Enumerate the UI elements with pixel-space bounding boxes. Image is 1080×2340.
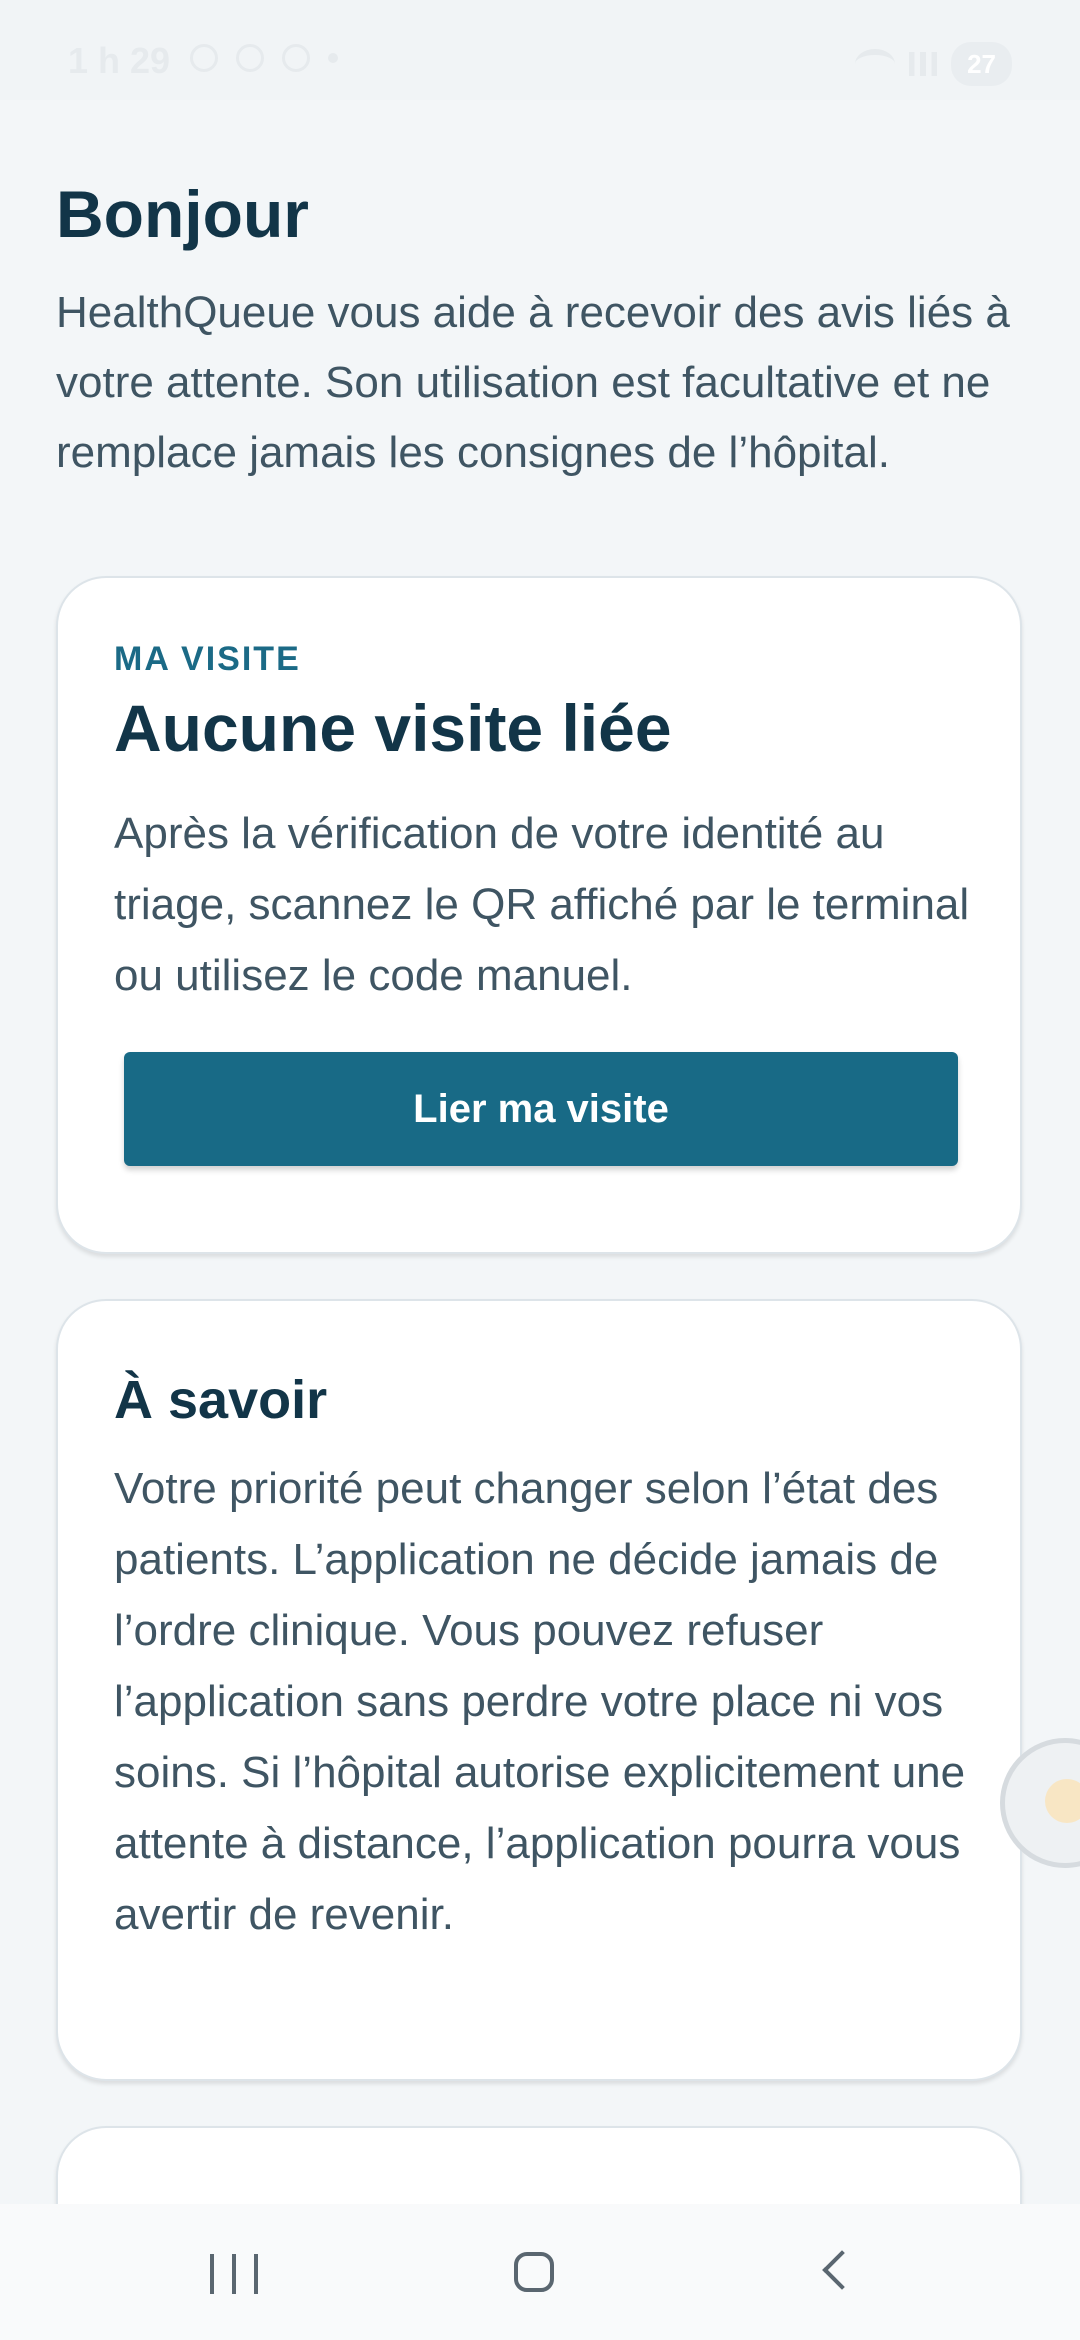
home-icon[interactable] [496,2240,576,2304]
info-title: À savoir [114,1370,328,1430]
battery-icon: 27 [951,42,1012,86]
recents-icon[interactable] [194,2240,274,2304]
visit-eyebrow: MA VISITE [114,640,301,678]
info-description: Votre priorité peut changer selon l’état… [114,1464,966,1939]
nearby-share-icon [190,44,218,72]
chrome-icon [282,44,310,72]
visit-description: Après la vérification de votre identité … [114,809,970,1000]
visit-card: MA VISITE Aucune visite liée Après la vé… [56,576,1022,1254]
bulb-icon [1045,1779,1080,1823]
visit-title: Aucune visite liée [114,691,672,765]
wifi-icon [855,49,896,79]
bulb-icon [236,44,264,72]
app-screen: 1 h 29 27 Bonjour HealthQueue vous aide … [0,0,1080,2340]
back-icon[interactable] [800,2240,880,2304]
status-time: 1 h 29 [68,40,171,81]
signal-icon [909,52,938,76]
link-visit-button[interactable]: Lier ma visite [124,1052,958,1166]
status-icons-right: 27 [855,42,1012,86]
status-bar: 1 h 29 27 [0,0,1080,100]
info-card: À savoir Votre priorité peut changer sel… [56,1299,1022,2081]
status-icons-left [190,44,338,72]
page-title: Bonjour [56,177,309,251]
dot-icon [328,53,338,63]
navigation-bar [0,2204,1080,2340]
intro-text: HealthQueue vous aide à recevoir des avi… [56,288,1010,477]
